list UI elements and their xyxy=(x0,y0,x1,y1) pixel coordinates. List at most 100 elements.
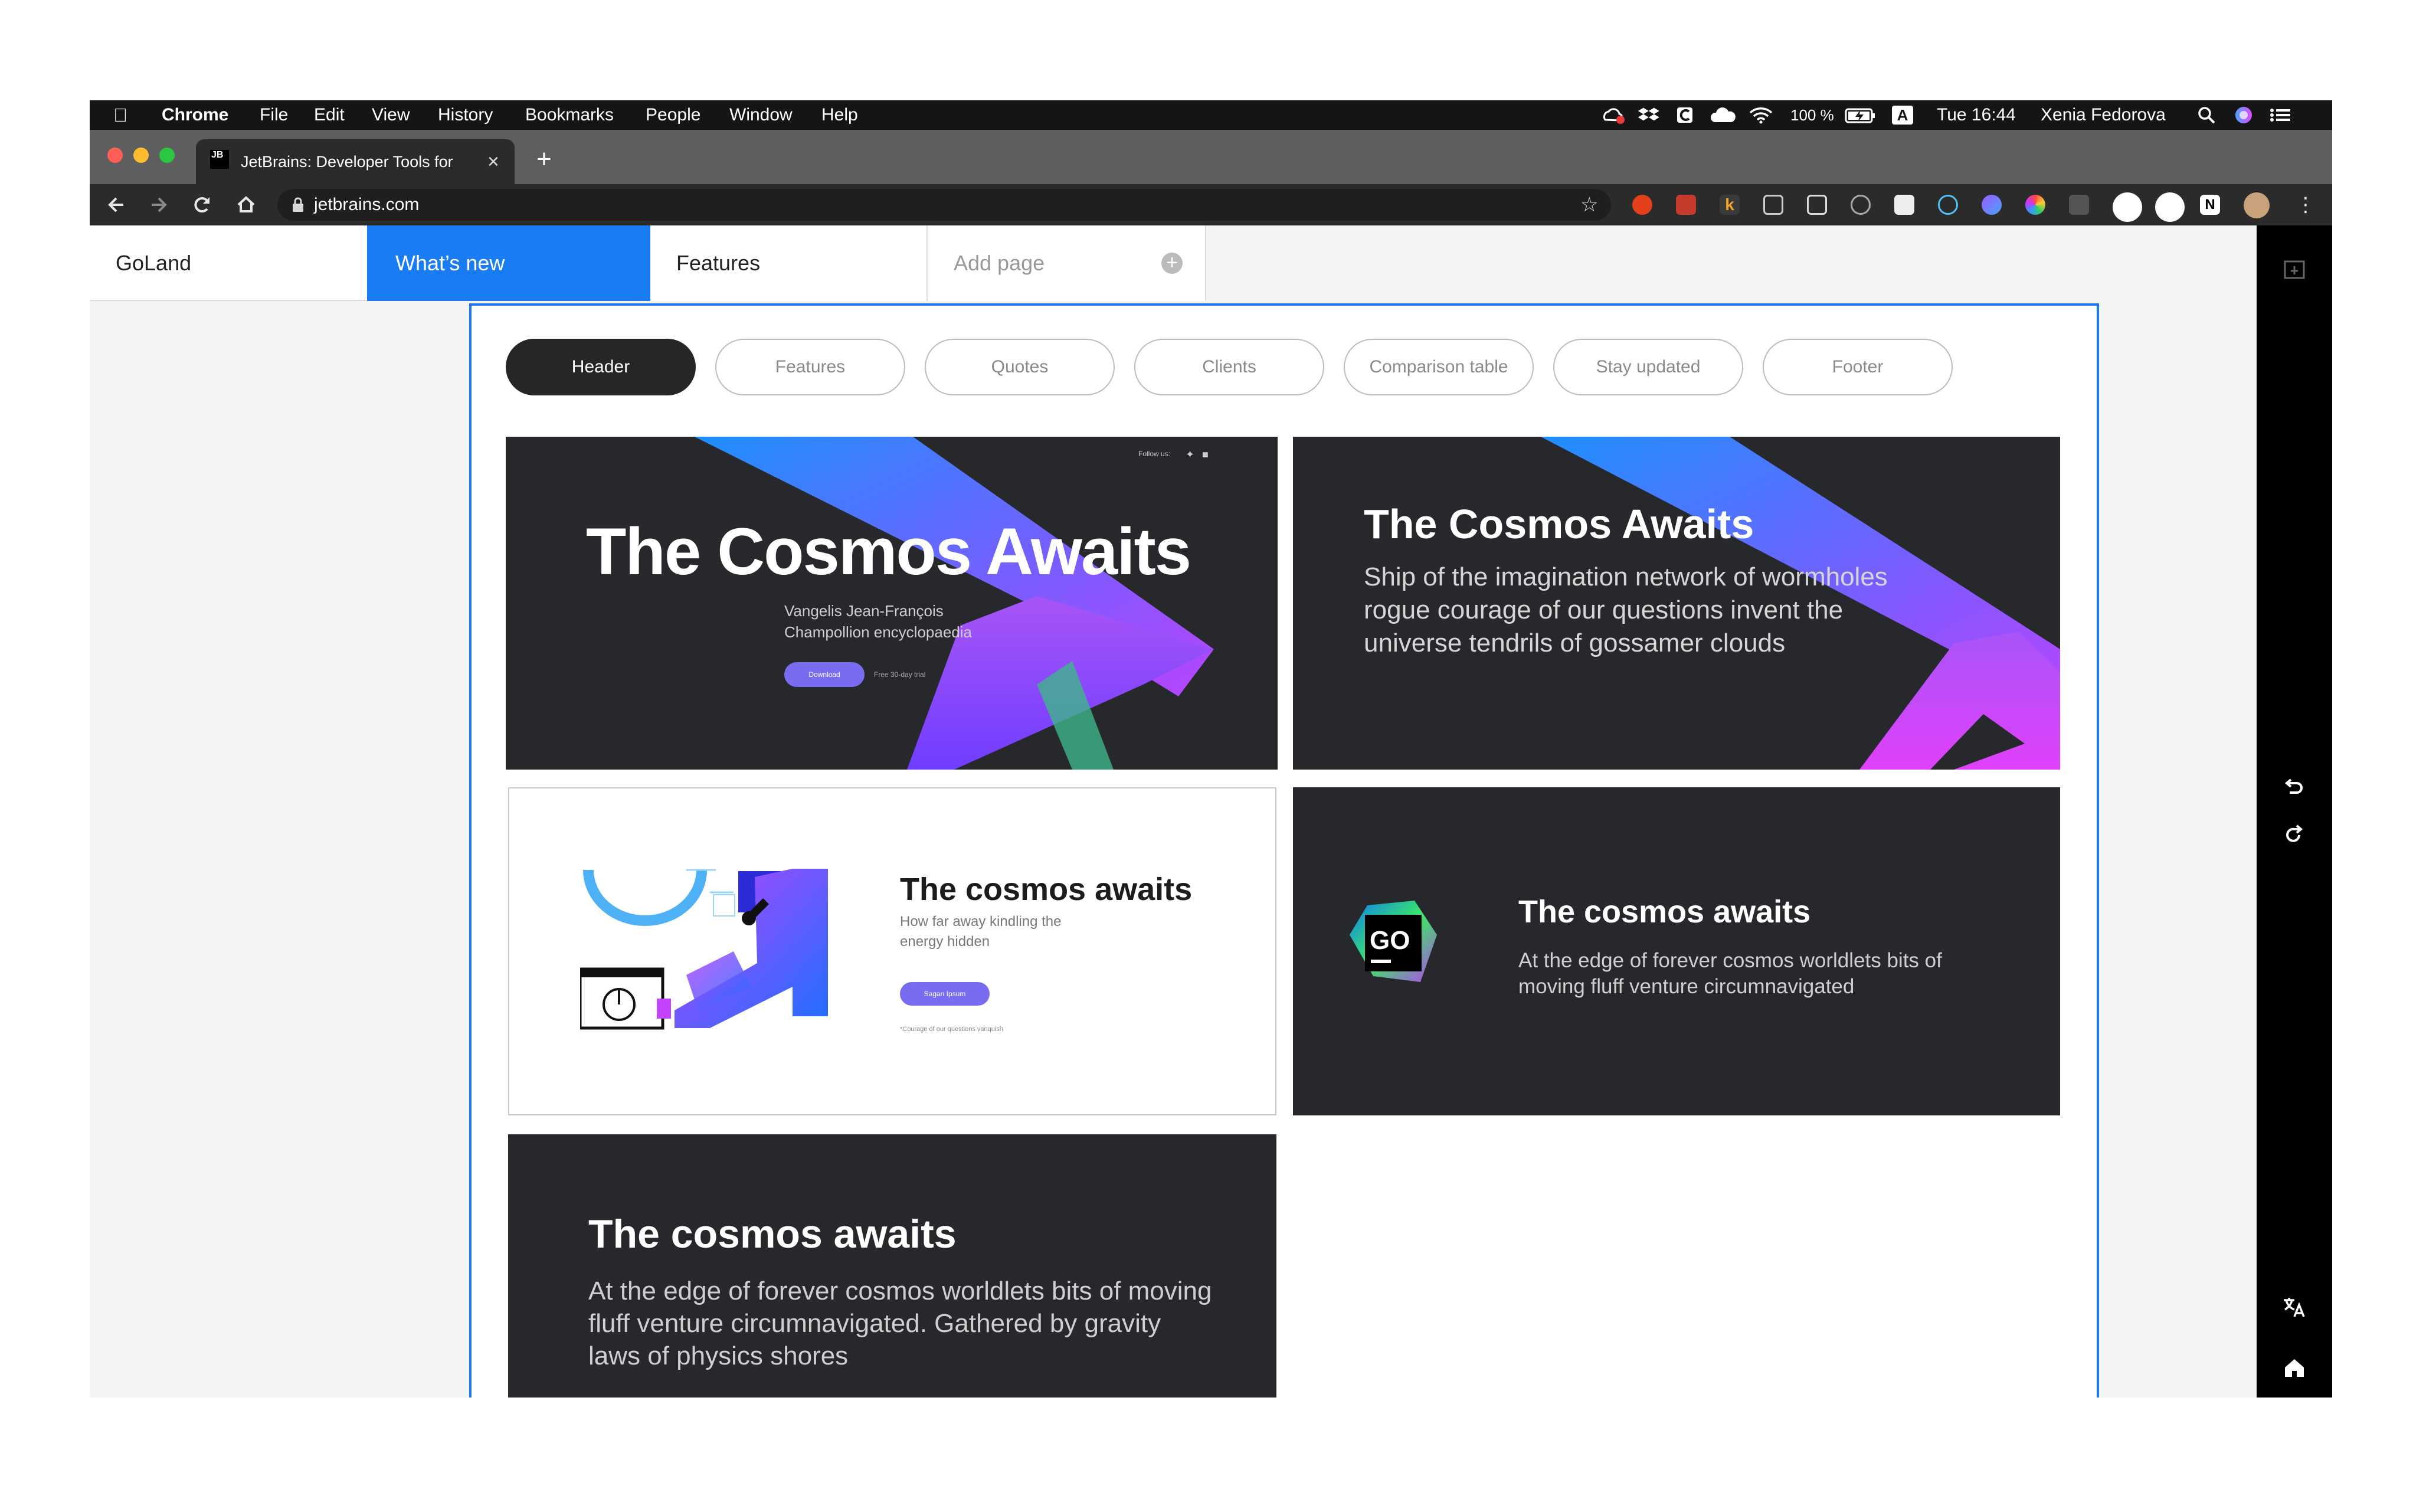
menubar-user[interactable]: Xenia Fedorova xyxy=(2041,100,2166,130)
section-pill-footer[interactable]: Footer xyxy=(1763,339,1953,395)
more-icon[interactable]: ⋮ xyxy=(2291,190,2320,220)
back-icon[interactable] xyxy=(102,190,131,220)
apple-icon[interactable]:  xyxy=(113,100,127,130)
minimize-window-button[interactable] xyxy=(133,148,149,163)
social-icon[interactable]: ■ xyxy=(1202,449,1209,461)
extension-icon[interactable] xyxy=(1894,195,1914,215)
extension-icon[interactable] xyxy=(2025,195,2045,215)
reload-icon[interactable] xyxy=(188,190,217,220)
follow-label: Follow us: xyxy=(1138,450,1171,458)
browser-tab[interactable]: JB JetBrains: Developer Tools for × xyxy=(196,139,515,184)
card-text-line1: How far away kindling the xyxy=(900,914,1062,930)
menu-help[interactable]: Help xyxy=(821,100,858,130)
notion-icon[interactable]: N xyxy=(2200,195,2220,215)
undo-icon[interactable] xyxy=(2277,774,2312,810)
developer-illustration xyxy=(580,869,828,1030)
card-title: The Cosmos Awaits xyxy=(1364,501,1754,547)
card-text: At the edge of forever cosmos worldlets … xyxy=(1518,949,1942,998)
close-window-button[interactable] xyxy=(107,148,123,163)
spotlight-icon[interactable] xyxy=(2195,106,2219,125)
extension-icon[interactable] xyxy=(1763,195,1783,215)
goland-logo-text: GO xyxy=(1370,926,1410,955)
close-tab-icon[interactable]: × xyxy=(487,139,499,184)
address-bar[interactable]: jetbrains.com ☆ xyxy=(277,189,1611,221)
home-icon[interactable] xyxy=(2277,1354,2312,1389)
card-subtitle-line1: Vangelis Jean-François xyxy=(784,602,944,620)
menu-bookmarks[interactable]: Bookmarks xyxy=(525,100,614,130)
profile-icon[interactable] xyxy=(2244,192,2270,218)
mac-menu-bar:  Chrome File Edit View History Bookmark… xyxy=(90,100,2332,130)
zoom-window-button[interactable] xyxy=(159,148,175,163)
url-text[interactable]: jetbrains.com xyxy=(314,189,419,221)
extension-icon[interactable]: k xyxy=(1720,195,1740,215)
lock-icon[interactable] xyxy=(290,197,306,213)
cloud-icon[interactable] xyxy=(1709,106,1737,125)
menu-people[interactable]: People xyxy=(646,100,700,130)
page-canvas: Header Features Quotes Clients Compariso… xyxy=(469,303,2099,1398)
sagan-ipsum-button[interactable]: Sagan Ipsum xyxy=(900,982,990,1006)
wifi-icon[interactable] xyxy=(1748,106,1774,125)
menu-file[interactable]: File xyxy=(260,100,288,130)
menu-view[interactable]: View xyxy=(372,100,410,130)
section-pill-features[interactable]: Features xyxy=(715,339,905,395)
download-button[interactable]: Download xyxy=(784,662,865,687)
card-text: At the edge of forever cosmos worldlets … xyxy=(588,1277,1212,1370)
extension-icon[interactable] xyxy=(1851,195,1871,215)
card-title: The cosmos awaits xyxy=(1518,894,1811,930)
header-variant-card-3[interactable]: The cosmos awaits How far away kindling … xyxy=(508,787,1276,1115)
panel-icon[interactable] xyxy=(2277,257,2312,293)
screen:  Chrome File Edit View History Bookmark… xyxy=(90,100,2332,1398)
browser-toolbar: jetbrains.com ☆ k N ⋮ xyxy=(90,184,2332,225)
card-text: Ship of the imagination network of wormh… xyxy=(1364,562,1888,657)
translate-icon[interactable] xyxy=(2277,1294,2312,1329)
extension-icon[interactable] xyxy=(2155,192,2185,222)
page-editor: GoLand What’s new Features Add page + He… xyxy=(90,225,2257,1398)
redo-icon[interactable] xyxy=(2277,822,2312,857)
extension-icon[interactable] xyxy=(1676,195,1696,215)
menu-app-name[interactable]: Chrome xyxy=(162,100,228,130)
menu-window[interactable]: Window xyxy=(729,100,793,130)
section-pill-quotes[interactable]: Quotes xyxy=(925,339,1115,395)
card-text-line2: energy hidden xyxy=(900,934,990,950)
home-icon[interactable] xyxy=(231,190,261,220)
header-variant-card-5[interactable]: The cosmos awaits At the edge of forever… xyxy=(508,1134,1276,1398)
menubar-clock[interactable]: Tue 16:44 xyxy=(1937,100,2016,130)
header-variant-card-1[interactable]: Follow us: ✦ ■ The Cosmos Awaits Vangeli… xyxy=(506,437,1278,770)
extension-icon[interactable] xyxy=(2113,192,2142,222)
extension-icon[interactable] xyxy=(1807,195,1827,215)
extension-icon[interactable] xyxy=(1938,195,1958,215)
extension-icon[interactable] xyxy=(1632,195,1652,215)
siri-icon[interactable] xyxy=(2232,106,2255,125)
c-app-icon[interactable] xyxy=(1674,106,1697,125)
card-title: The Cosmos Awaits xyxy=(586,515,1191,588)
section-pill-header[interactable]: Header xyxy=(506,339,696,395)
section-pill-clients[interactable]: Clients xyxy=(1134,339,1324,395)
extension-icon[interactable] xyxy=(2069,195,2089,215)
new-tab-button[interactable]: + xyxy=(528,143,561,176)
creative-cloud-icon[interactable] xyxy=(1600,106,1626,125)
add-page-icon[interactable]: + xyxy=(1161,253,1183,274)
card-footnote: *Courage of our questions vanquish xyxy=(900,1026,1003,1033)
input-source-icon[interactable]: A xyxy=(1892,106,1913,125)
page-tab-features[interactable]: Features xyxy=(650,225,928,301)
right-tool-bar xyxy=(2257,225,2332,1398)
dropbox-icon[interactable] xyxy=(1637,106,1661,125)
notification-center-icon[interactable] xyxy=(2267,106,2293,125)
page-tab-goland[interactable]: GoLand xyxy=(90,225,367,301)
header-variant-card-2[interactable]: The Cosmos Awaits Ship of the imaginatio… xyxy=(1293,437,2060,770)
menu-edit[interactable]: Edit xyxy=(314,100,345,130)
extension-icon[interactable] xyxy=(1982,195,2002,215)
bookmark-star-icon[interactable]: ☆ xyxy=(1580,194,1602,215)
section-pill-comparison-table[interactable]: Comparison table xyxy=(1344,339,1534,395)
card-title: The cosmos awaits xyxy=(588,1212,957,1256)
menu-history[interactable]: History xyxy=(438,100,493,130)
section-pill-stay-updated[interactable]: Stay updated xyxy=(1553,339,1743,395)
tab-title: JetBrains: Developer Tools for xyxy=(241,153,453,171)
add-page-tab[interactable]: Add page + xyxy=(928,225,1206,301)
header-variant-card-4[interactable]: GO The cosmos awaits At the edge of fore… xyxy=(1293,787,2060,1115)
page-tab-whats-new[interactable]: What’s new xyxy=(367,225,650,301)
add-page-label: Add page xyxy=(954,251,1045,275)
twitter-icon[interactable]: ✦ xyxy=(1186,449,1194,461)
forward-icon[interactable] xyxy=(144,190,173,220)
battery-icon[interactable] xyxy=(1845,106,1877,125)
